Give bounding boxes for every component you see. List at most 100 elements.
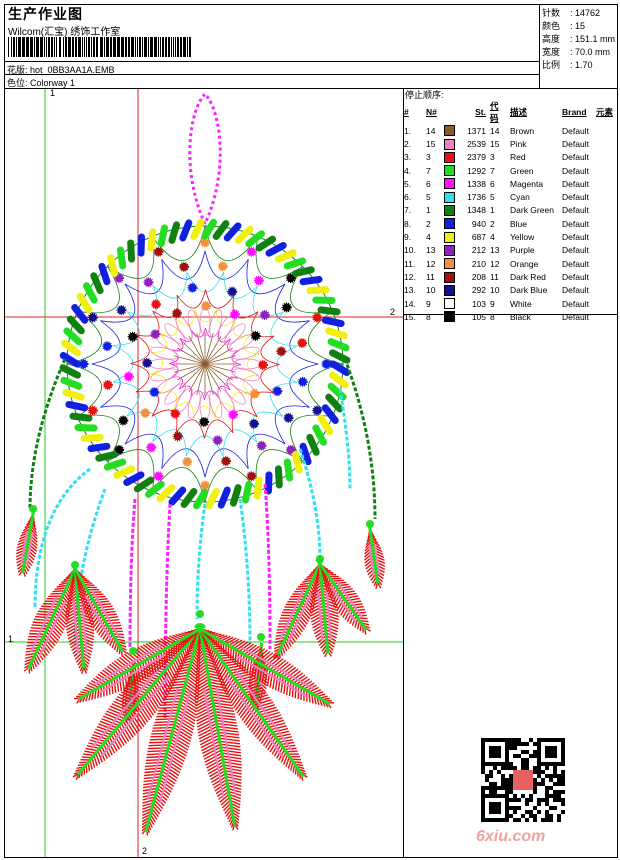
qr-module [493, 766, 497, 770]
feather-right-cluster [315, 558, 371, 635]
qr-module [509, 790, 513, 794]
hoop-wrap-stitch [283, 257, 307, 270]
row-desc: Pink [510, 138, 527, 149]
barcode-bar [63, 37, 64, 57]
row-desc: Orange [510, 258, 539, 269]
row-needle: 7 [426, 165, 431, 176]
row-index: 8. [404, 218, 412, 229]
qr-module [505, 790, 509, 794]
feather-barb [151, 729, 173, 732]
qr-logo [513, 770, 533, 790]
barcode-bar [30, 37, 33, 57]
row-code: 6 [490, 178, 495, 189]
table-row: 6. 5 1736 5 Cyan Default [402, 190, 615, 203]
row-swatch [442, 257, 458, 270]
barcode-bar [86, 37, 87, 57]
qr-module [525, 802, 529, 806]
axis-label-bottom: 2 [142, 846, 148, 856]
hoop-wrap-stitch [62, 388, 85, 401]
hoop-wrap-stitch [274, 249, 297, 263]
barcode-bar [36, 37, 39, 57]
web-bead [78, 359, 89, 369]
hoop-wrap-stitch [98, 262, 111, 286]
row-brand: Default [562, 138, 589, 149]
row-swatch [442, 310, 458, 323]
hoop-wrap-stitch [317, 306, 341, 316]
hoop-wrap-stitch [61, 339, 81, 357]
bead-strand [195, 503, 207, 620]
row-swatch [442, 124, 458, 137]
row-stitches: 105 [471, 311, 486, 322]
hoop-wrap-stitch [312, 424, 327, 446]
qr-module [533, 786, 537, 790]
qr-module [549, 778, 553, 782]
web-bead [200, 237, 210, 248]
axis-label-top: 1 [50, 88, 56, 98]
hoop-wrap-stitch [60, 376, 83, 390]
color-swatch [444, 244, 455, 256]
qr-module [497, 770, 501, 774]
barcode-bar [106, 37, 109, 57]
row-stitches: 2539 [467, 138, 486, 149]
qr-module [533, 766, 537, 770]
barcode-bar [187, 37, 188, 57]
hoop-wrap-stitch [329, 349, 351, 364]
qr-module [497, 786, 501, 790]
feather-barb [153, 723, 175, 726]
row-index: 13. [404, 285, 416, 296]
qr-finder [489, 746, 501, 758]
feather-barb [151, 732, 173, 735]
barcode-bar [117, 37, 120, 57]
barcode-bar [175, 37, 176, 57]
qr-module [489, 770, 493, 774]
row-stitches: 208 [471, 271, 486, 282]
row-desc: Dark Red [510, 271, 546, 282]
hoop-wrap-stitch [265, 242, 287, 257]
qr-module [521, 742, 525, 746]
hoop-wrap-stitch [329, 360, 351, 377]
row-code: 15 [490, 138, 500, 149]
row-desc: Brown [510, 125, 535, 136]
row-needle: 9 [426, 298, 431, 309]
table-row: 9. 4 687 4 Yellow Default [402, 230, 615, 243]
row-code: 5 [490, 192, 495, 203]
barcode-bar [75, 37, 77, 57]
web-bead [312, 312, 323, 323]
web-bead [229, 309, 240, 320]
qr-module [529, 794, 533, 798]
qr-module [485, 778, 489, 782]
qr-module [561, 802, 565, 806]
web-ring-strand [100, 405, 136, 445]
row-stitches: 1736 [467, 192, 486, 203]
qr-module [553, 798, 557, 802]
barcode-bar [26, 37, 29, 57]
row-swatch [442, 217, 458, 230]
col-swatch [442, 100, 458, 124]
bead-strand [343, 358, 377, 520]
hoop-wrap-stitch [217, 486, 231, 509]
row-element [594, 310, 615, 323]
row-needle: 1 [426, 205, 431, 216]
col-needle: N# [426, 107, 437, 117]
row-swatch [442, 297, 458, 310]
barcode-bar [173, 37, 174, 57]
qr-module [533, 782, 537, 786]
row-element [594, 137, 615, 150]
qr-module [561, 774, 565, 778]
barcode-bar [142, 37, 143, 57]
web-bead [297, 376, 308, 387]
barcode-bar [144, 37, 147, 57]
feather-cap [129, 647, 137, 655]
barcode-bar [56, 37, 57, 57]
web-bead [227, 286, 238, 297]
qr-module [513, 794, 517, 798]
barcode-bar [177, 37, 179, 57]
row-desc: Cyan [510, 192, 530, 203]
web-bead [321, 359, 332, 369]
qr-module [545, 802, 549, 806]
web-bead [253, 275, 264, 286]
qr-module [517, 754, 521, 758]
col-desc: 描述 [510, 107, 528, 117]
bead-strand [28, 358, 67, 510]
row-stitches: 1371 [467, 125, 486, 136]
